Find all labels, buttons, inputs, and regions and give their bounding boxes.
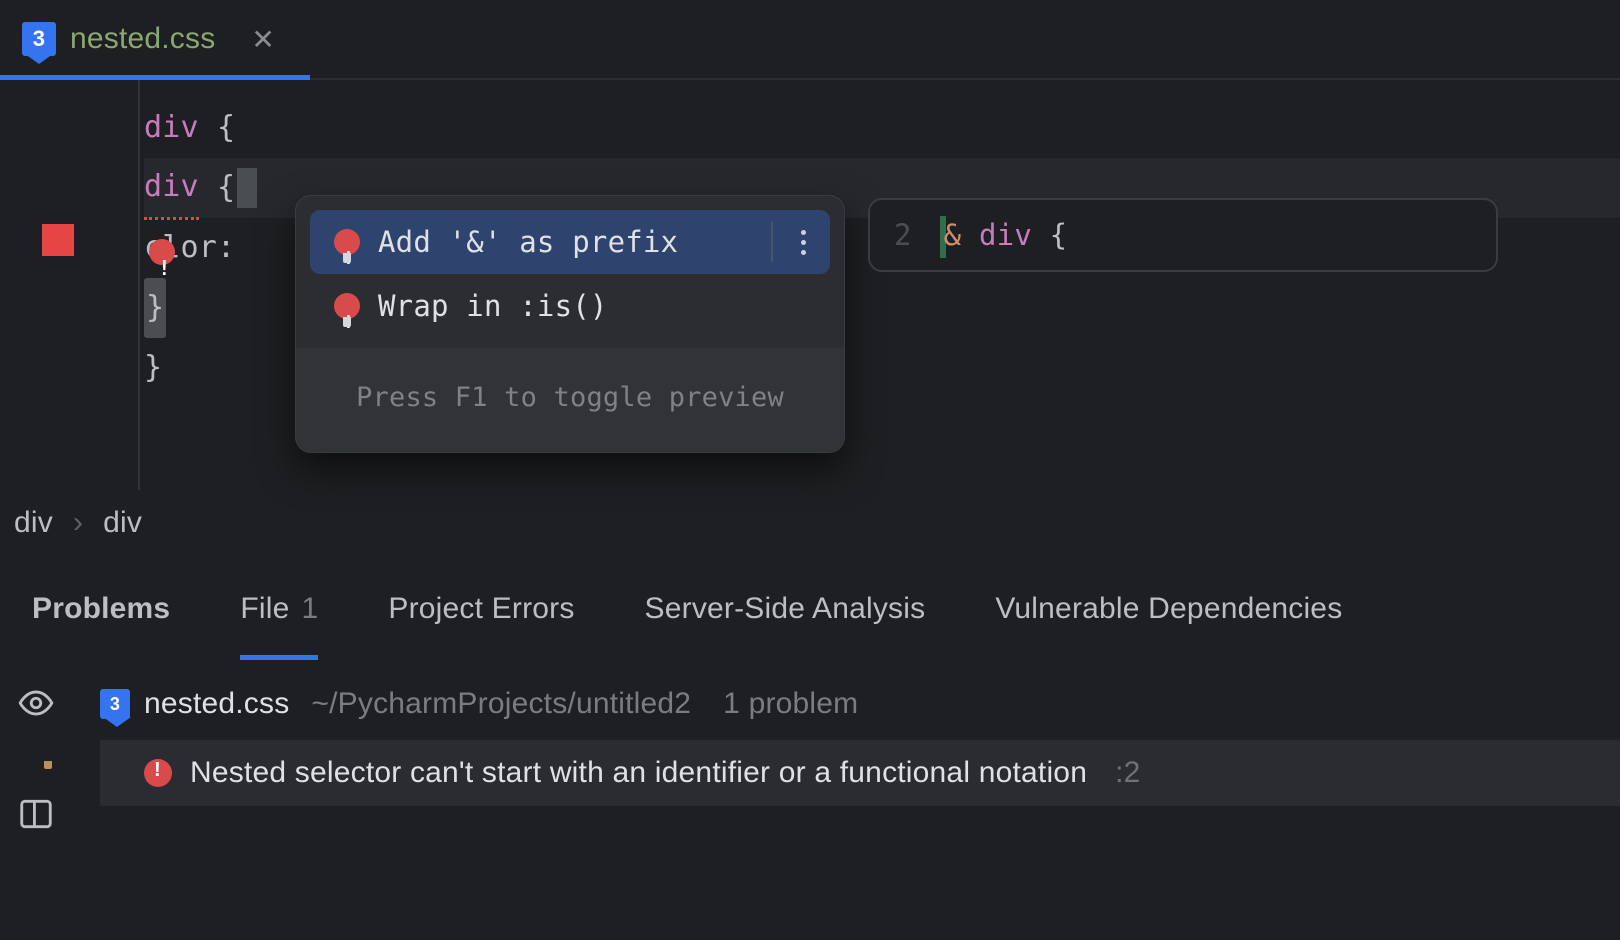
separator (771, 222, 773, 262)
code-editor[interactable]: div { div { clor: } } Add '&' as prefix … (140, 80, 1620, 490)
close-tab-icon[interactable]: ✕ (251, 23, 275, 56)
problem-text: Nested selector can't start with an iden… (190, 756, 1087, 790)
intention-label: Wrap in :is() (378, 276, 816, 336)
problems-file-header[interactable]: 3 nested.css ~/PycharmProjects/untitled2… (100, 678, 1620, 730)
tab-vulnerable-dependencies[interactable]: Vulnerable Dependencies (995, 557, 1342, 660)
breadcrumb: div › div (0, 490, 1620, 556)
tab-label: File (240, 592, 289, 626)
code-text: { (199, 158, 236, 218)
editor-tab-bar: 3 nested.css ✕ (0, 0, 1620, 80)
editor-gutter (0, 80, 140, 490)
quickfix-bulb-icon (334, 229, 360, 255)
tab-project-errors[interactable]: Project Errors (388, 557, 574, 660)
intention-footer-hint: Press F1 to toggle preview (296, 348, 844, 452)
intention-preview: 2 & div { (868, 198, 1498, 272)
more-options-icon[interactable] (791, 230, 816, 255)
code-text: div (144, 98, 199, 158)
preview-text: div (979, 218, 1032, 252)
intention-label: Add '&' as prefix (378, 212, 753, 272)
tab-file[interactable]: File 1 (240, 557, 318, 660)
tab-filename: nested.css (70, 22, 215, 56)
css-file-icon: 3 (22, 22, 56, 56)
problems-file-summary: 1 problem (723, 687, 858, 721)
tab-server-side-analysis[interactable]: Server-Side Analysis (645, 557, 926, 660)
intention-item-wrap-in-is[interactable]: Wrap in :is() (310, 274, 830, 338)
code-text: { (199, 98, 236, 158)
preview-text: { (1050, 218, 1068, 252)
problems-list: 3 nested.css ~/PycharmProjects/untitled2… (72, 660, 1620, 940)
panel-title-problems: Problems (32, 557, 170, 660)
intention-item-add-amp-prefix[interactable]: Add '&' as prefix (310, 210, 830, 274)
code-text: } (144, 338, 162, 398)
error-icon (144, 759, 172, 787)
code-text: div (144, 157, 199, 220)
chevron-right-icon: › (73, 506, 83, 540)
highlight-toggle-icon[interactable] (17, 684, 55, 727)
problems-toolbar (0, 660, 72, 940)
breadcrumb-segment[interactable]: div (14, 506, 53, 540)
caret-icon (237, 168, 257, 208)
css-file-icon: 3 (100, 689, 130, 719)
quickfix-bulb-icon (334, 293, 360, 319)
layout-toggle-icon[interactable] (17, 795, 55, 838)
problems-file-name: nested.css (144, 687, 289, 721)
problem-location: :2 (1115, 756, 1140, 790)
intention-popup: Add '&' as prefix Wrap in :is() Press F1… (295, 195, 845, 453)
problems-panel-tab-bar: Problems File 1 Project Errors Server-Si… (0, 556, 1620, 660)
tab-count: 1 (301, 592, 318, 626)
preview-text: & (944, 218, 962, 252)
problem-item[interactable]: Nested selector can't start with an iden… (100, 740, 1620, 806)
problems-file-path: ~/PycharmProjects/untitled2 (311, 687, 691, 721)
gutter-color-swatch-icon[interactable] (42, 224, 74, 256)
editor-tab-nested-css[interactable]: 3 nested.css ✕ (0, 0, 301, 78)
breadcrumb-segment[interactable]: div (103, 506, 142, 540)
error-marker-icon[interactable] (149, 239, 175, 265)
preview-line-number: 2 (894, 205, 912, 265)
